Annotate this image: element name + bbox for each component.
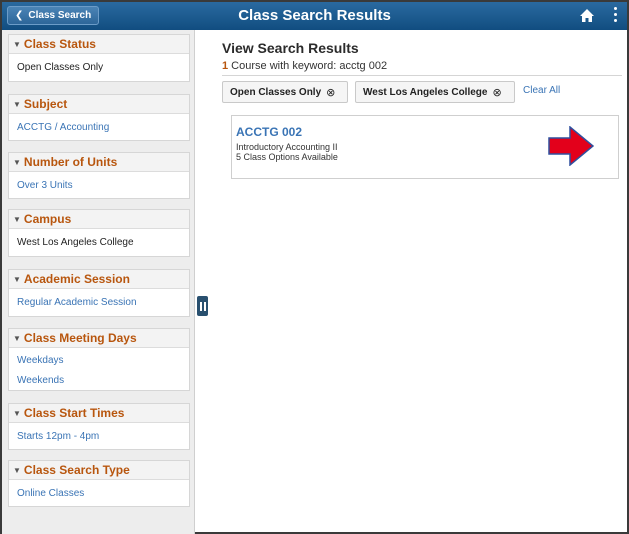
filter-group-subject: ▼ Subject ACCTG / Accounting <box>8 94 190 141</box>
filter-group-start-times: ▼ Class Start Times Starts 12pm - 4pm <box>8 403 190 450</box>
filter-sidebar: ▼ Class Status Open Classes Only ▼ Subje… <box>2 30 195 534</box>
caret-down-icon: ▼ <box>13 99 21 109</box>
top-header: ❮ Class Search Class Search Results <box>2 2 627 30</box>
result-summary: 1 Course with keyword: acctg 002 <box>222 60 387 72</box>
filter-heading[interactable]: ▼ Class Status <box>9 35 189 54</box>
divider <box>222 75 622 76</box>
filter-item-link[interactable]: Over 3 Units <box>9 172 189 198</box>
caret-down-icon: ▼ <box>13 465 21 475</box>
chip-label: West Los Angeles College <box>363 86 488 98</box>
red-arrow-icon[interactable] <box>548 126 594 166</box>
filter-heading[interactable]: ▼ Academic Session <box>9 270 189 289</box>
filter-heading-label: Class Status <box>23 37 96 51</box>
filter-item-link[interactable]: ACCTG / Accounting <box>9 114 189 140</box>
filter-item-link[interactable]: Regular Academic Session <box>9 289 189 316</box>
filter-heading[interactable]: ▼ Campus <box>9 210 189 229</box>
filter-group-class-status: ▼ Class Status Open Classes Only <box>8 34 190 82</box>
result-summary-text: Course with keyword: acctg 002 <box>228 60 388 72</box>
results-heading: View Search Results <box>222 40 359 56</box>
course-title: Introductory Accounting II <box>236 142 338 152</box>
caret-down-icon: ▼ <box>13 214 21 224</box>
filter-heading[interactable]: ▼ Subject <box>9 95 189 114</box>
filter-group-campus: ▼ Campus West Los Angeles College <box>8 209 190 257</box>
filter-heading-label: Number of Units <box>23 155 118 169</box>
filter-heading[interactable]: ▼ Number of Units <box>9 153 189 172</box>
remove-circle-icon[interactable]: ⊗ <box>326 86 335 99</box>
filter-chip-campus[interactable]: West Los Angeles College ⊗ <box>355 81 515 103</box>
filter-heading-label: Class Start Times <box>23 406 125 420</box>
caret-down-icon: ▼ <box>13 274 21 284</box>
filter-chip-open-classes[interactable]: Open Classes Only ⊗ <box>222 81 348 103</box>
home-icon[interactable] <box>579 8 595 23</box>
filter-item-link[interactable]: Weekends <box>9 370 189 390</box>
remove-circle-icon[interactable]: ⊗ <box>492 86 501 99</box>
filter-heading[interactable]: ▼ Class Meeting Days <box>9 329 189 348</box>
filter-heading-label: Class Search Type <box>23 463 130 477</box>
filter-item: West Los Angeles College <box>17 237 134 248</box>
filter-heading-label: Class Meeting Days <box>23 331 137 345</box>
course-result-card[interactable]: ACCTG 002 Introductory Accounting II 5 C… <box>231 115 619 179</box>
course-code[interactable]: ACCTG 002 <box>236 125 302 139</box>
sidebar-collapse-handle[interactable] <box>197 296 208 316</box>
caret-down-icon: ▼ <box>13 408 21 418</box>
filter-group-units: ▼ Number of Units Over 3 Units <box>8 152 190 199</box>
class-options-count: 5 Class Options Available <box>236 152 338 162</box>
app-frame: ❮ Class Search Class Search Results ▼ Cl… <box>0 0 629 534</box>
filter-group-session: ▼ Academic Session Regular Academic Sess… <box>8 269 190 317</box>
chip-label: Open Classes Only <box>230 86 322 98</box>
back-button-label: Class Search <box>28 10 92 21</box>
filter-item-link[interactable]: Starts 12pm - 4pm <box>9 423 189 449</box>
caret-down-icon: ▼ <box>13 333 21 343</box>
clear-all-link[interactable]: Clear All <box>523 85 560 96</box>
filter-heading-label: Subject <box>23 97 68 111</box>
kebab-menu-icon[interactable] <box>612 7 618 25</box>
back-button[interactable]: ❮ Class Search <box>7 6 99 25</box>
filter-heading-label: Campus <box>23 212 72 226</box>
filter-heading-label: Academic Session <box>23 272 130 286</box>
filter-item-link[interactable]: Online Classes <box>9 480 189 506</box>
filter-group-meeting-days: ▼ Class Meeting Days Weekdays Weekends <box>8 328 190 391</box>
caret-down-icon: ▼ <box>13 157 21 167</box>
filter-item: Open Classes Only <box>17 62 104 73</box>
filter-group-search-type: ▼ Class Search Type Online Classes <box>8 460 190 507</box>
filter-heading[interactable]: ▼ Class Start Times <box>9 404 189 423</box>
caret-down-icon: ▼ <box>13 39 21 49</box>
filter-heading[interactable]: ▼ Class Search Type <box>9 461 189 480</box>
chevron-left-icon: ❮ <box>15 10 24 21</box>
filter-item-link[interactable]: Weekdays <box>9 351 189 370</box>
